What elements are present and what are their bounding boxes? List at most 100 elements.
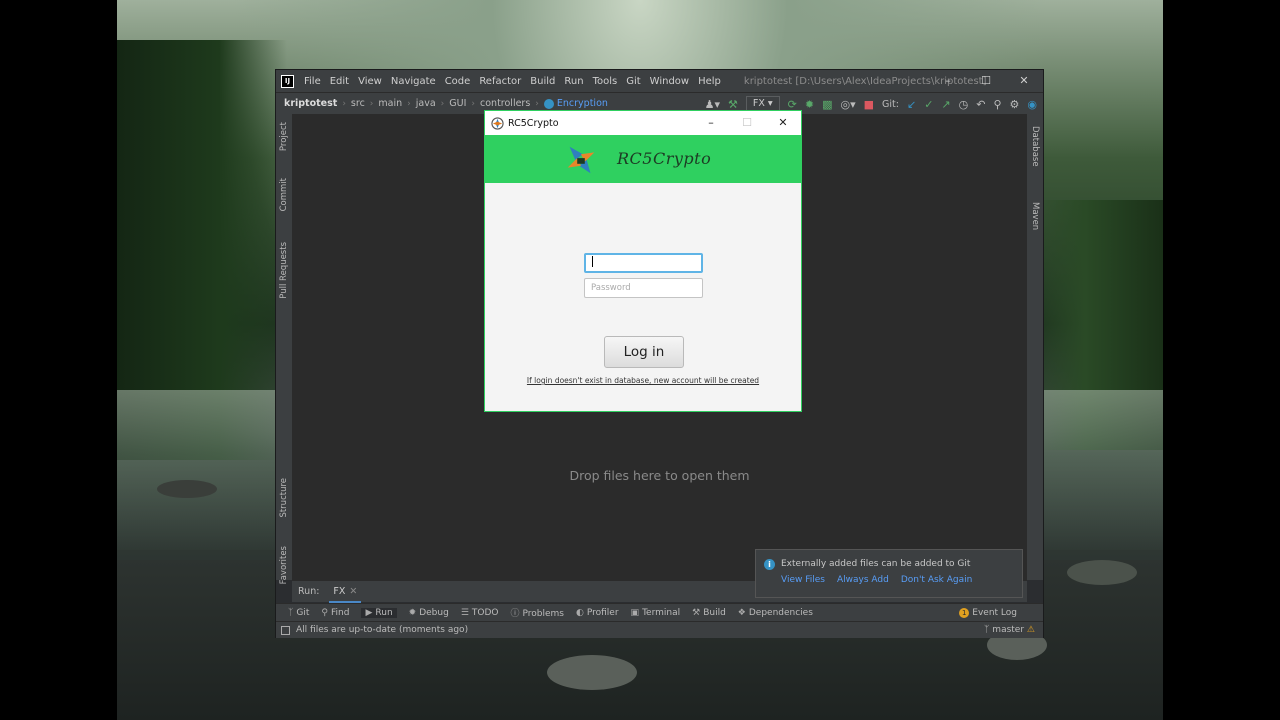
close-tab-icon[interactable]: ✕	[349, 586, 357, 597]
breadcrumb-java[interactable]: java	[416, 98, 436, 109]
drop-files-hint: Drop files here to open them	[569, 468, 750, 483]
maximize-icon[interactable]: ☐	[967, 70, 1005, 92]
tab-maven[interactable]: Maven	[1030, 202, 1040, 230]
breadcrumb-encryption[interactable]: Encryption	[557, 98, 608, 109]
tab-favorites[interactable]: Favorites	[279, 546, 289, 584]
main-menu: File Edit View Navigate Code Refactor Bu…	[304, 76, 730, 87]
menu-tools[interactable]: Tools	[593, 76, 618, 87]
toolwin-todo[interactable]: ☰ TODO	[461, 608, 499, 618]
menu-navigate[interactable]: Navigate	[391, 76, 436, 87]
toolwin-dependencies[interactable]: ❖ Dependencies	[738, 608, 813, 618]
warning-icon: ⚠	[1026, 625, 1035, 635]
username-field[interactable]	[584, 253, 703, 273]
toolwin-problems[interactable]: ⓘ Problems	[511, 606, 565, 619]
menu-git[interactable]: Git	[626, 76, 640, 87]
minimize-icon[interactable]: –	[693, 111, 729, 135]
left-tool-strip: Project Commit Pull Requests Structure F…	[276, 114, 292, 584]
git-commit-icon[interactable]: ✓	[924, 98, 933, 111]
app-logo-icon	[491, 116, 504, 130]
toolwin-build[interactable]: ⚒ Build	[692, 608, 726, 618]
coverage-icon[interactable]: ▩	[822, 98, 832, 111]
run-label: Run:	[298, 586, 320, 597]
tab-structure[interactable]: Structure	[279, 478, 289, 518]
menu-run[interactable]: Run	[564, 76, 583, 87]
profiler-icon: ◐	[576, 607, 584, 618]
breadcrumb-src[interactable]: src	[351, 98, 365, 109]
info-icon: i	[764, 559, 775, 570]
close-icon[interactable]: ✕	[765, 111, 801, 135]
warning-icon: ⓘ	[510, 609, 520, 619]
view-files-link[interactable]: View Files	[781, 575, 825, 585]
always-add-link[interactable]: Always Add	[837, 575, 889, 585]
git-update-icon[interactable]: ↙	[907, 98, 916, 111]
profile-icon[interactable]: ◎▾	[841, 98, 856, 111]
stop-icon[interactable]: ■	[864, 98, 874, 111]
toolwin-terminal[interactable]: ▣ Terminal	[631, 608, 681, 618]
dialog-titlebar: RC5Crypto – ☐ ✕	[485, 111, 801, 135]
menu-refactor[interactable]: Refactor	[479, 76, 521, 87]
tab-pull-requests[interactable]: Pull Requests	[279, 242, 289, 299]
dont-ask-again-link[interactable]: Don't Ask Again	[901, 575, 973, 585]
toolwin-profiler[interactable]: ◐ Profiler	[576, 608, 619, 618]
new-account-hint: If login doesn't exist in database, new …	[526, 376, 760, 385]
menu-edit[interactable]: Edit	[330, 76, 349, 87]
toolwin-git[interactable]: ᛉ Git	[288, 608, 309, 618]
right-tool-strip: Database Maven	[1027, 114, 1043, 580]
breadcrumb-project[interactable]: kriptotest	[284, 98, 337, 109]
user-icon[interactable]: ♟▾	[705, 98, 720, 111]
plugin-icon[interactable]: ◉	[1027, 98, 1037, 111]
minimize-icon[interactable]: –	[929, 70, 967, 92]
event-log-button[interactable]: 1 Event Log	[959, 604, 1017, 622]
play-icon: ▶	[365, 607, 373, 618]
dialog-window-controls: – ☐ ✕	[693, 111, 801, 135]
chevron-right-icon: ›	[369, 98, 374, 109]
git-notification-balloon: i Externally added files can be added to…	[755, 549, 1023, 598]
git-push-icon[interactable]: ↗	[941, 98, 950, 111]
maximize-icon: ☐	[742, 116, 752, 129]
search-icon[interactable]: ⚲	[993, 98, 1001, 111]
close-icon[interactable]: ✕	[1005, 70, 1043, 92]
dialog-title: RC5Crypto	[508, 117, 559, 129]
toggle-tool-windows-icon[interactable]	[281, 625, 290, 635]
toolwin-debug[interactable]: ✹ Debug	[409, 608, 449, 618]
debug-bug-icon[interactable]: ✹	[805, 98, 814, 111]
status-message: All files are up-to-date (moments ago)	[296, 625, 469, 635]
breadcrumb-main[interactable]: main	[378, 98, 402, 109]
chevron-right-icon: ›	[535, 98, 539, 109]
gear-icon[interactable]: ⚙	[1010, 98, 1020, 111]
hammer-icon: ⚒	[692, 607, 701, 618]
tab-commit[interactable]: Commit	[279, 178, 289, 211]
intellij-logo-icon: IJ	[281, 74, 294, 88]
menu-code[interactable]: Code	[445, 76, 471, 87]
rollback-icon[interactable]: ↶	[976, 98, 985, 111]
breadcrumb: kriptotest › src › main › java › GUI › c…	[284, 98, 608, 109]
breadcrumb-gui[interactable]: GUI	[449, 98, 466, 109]
login-button[interactable]: Log in	[604, 336, 684, 368]
menu-file[interactable]: File	[304, 76, 321, 87]
list-icon: ☰	[460, 607, 469, 618]
menu-help[interactable]: Help	[698, 76, 721, 87]
password-field[interactable]: Password	[584, 278, 703, 298]
window-controls: – ☐ ✕	[929, 70, 1043, 92]
notification-actions: View Files Always Add Don't Ask Again	[781, 575, 984, 585]
git-label: Git:	[882, 98, 899, 110]
menu-view[interactable]: View	[358, 76, 382, 87]
history-icon[interactable]: ◷	[959, 98, 969, 111]
rc5crypto-window: RC5Crypto – ☐ ✕ RC5Crypto Password Log i…	[484, 110, 802, 412]
breadcrumb-controllers[interactable]: controllers	[480, 98, 530, 109]
menu-window[interactable]: Window	[650, 76, 689, 87]
tool-window-bar: ᛉ Git ⚲ Find ▶ Run ✹ Debug ☰ TODO ⓘ Problems ◐…	[276, 603, 1043, 621]
tab-project[interactable]: Project	[279, 122, 289, 151]
git-branch-widget[interactable]: ᛉ master ⚠	[984, 622, 1035, 639]
build-hammer-icon[interactable]: ⚒	[728, 98, 738, 111]
ide-titlebar: IJ File Edit View Navigate Code Refactor…	[276, 70, 1043, 92]
dependencies-icon: ❖	[737, 607, 746, 618]
toolwin-run[interactable]: ▶ Run	[361, 607, 397, 618]
toolwin-find[interactable]: ⚲ Find	[321, 608, 349, 618]
rerun-icon[interactable]: ⟳	[788, 98, 797, 111]
text-caret	[592, 256, 593, 267]
chevron-right-icon: ›	[440, 98, 445, 109]
run-tab-fx[interactable]: FX ✕	[329, 581, 362, 603]
menu-build[interactable]: Build	[530, 76, 555, 87]
tab-database[interactable]: Database	[1030, 126, 1040, 167]
